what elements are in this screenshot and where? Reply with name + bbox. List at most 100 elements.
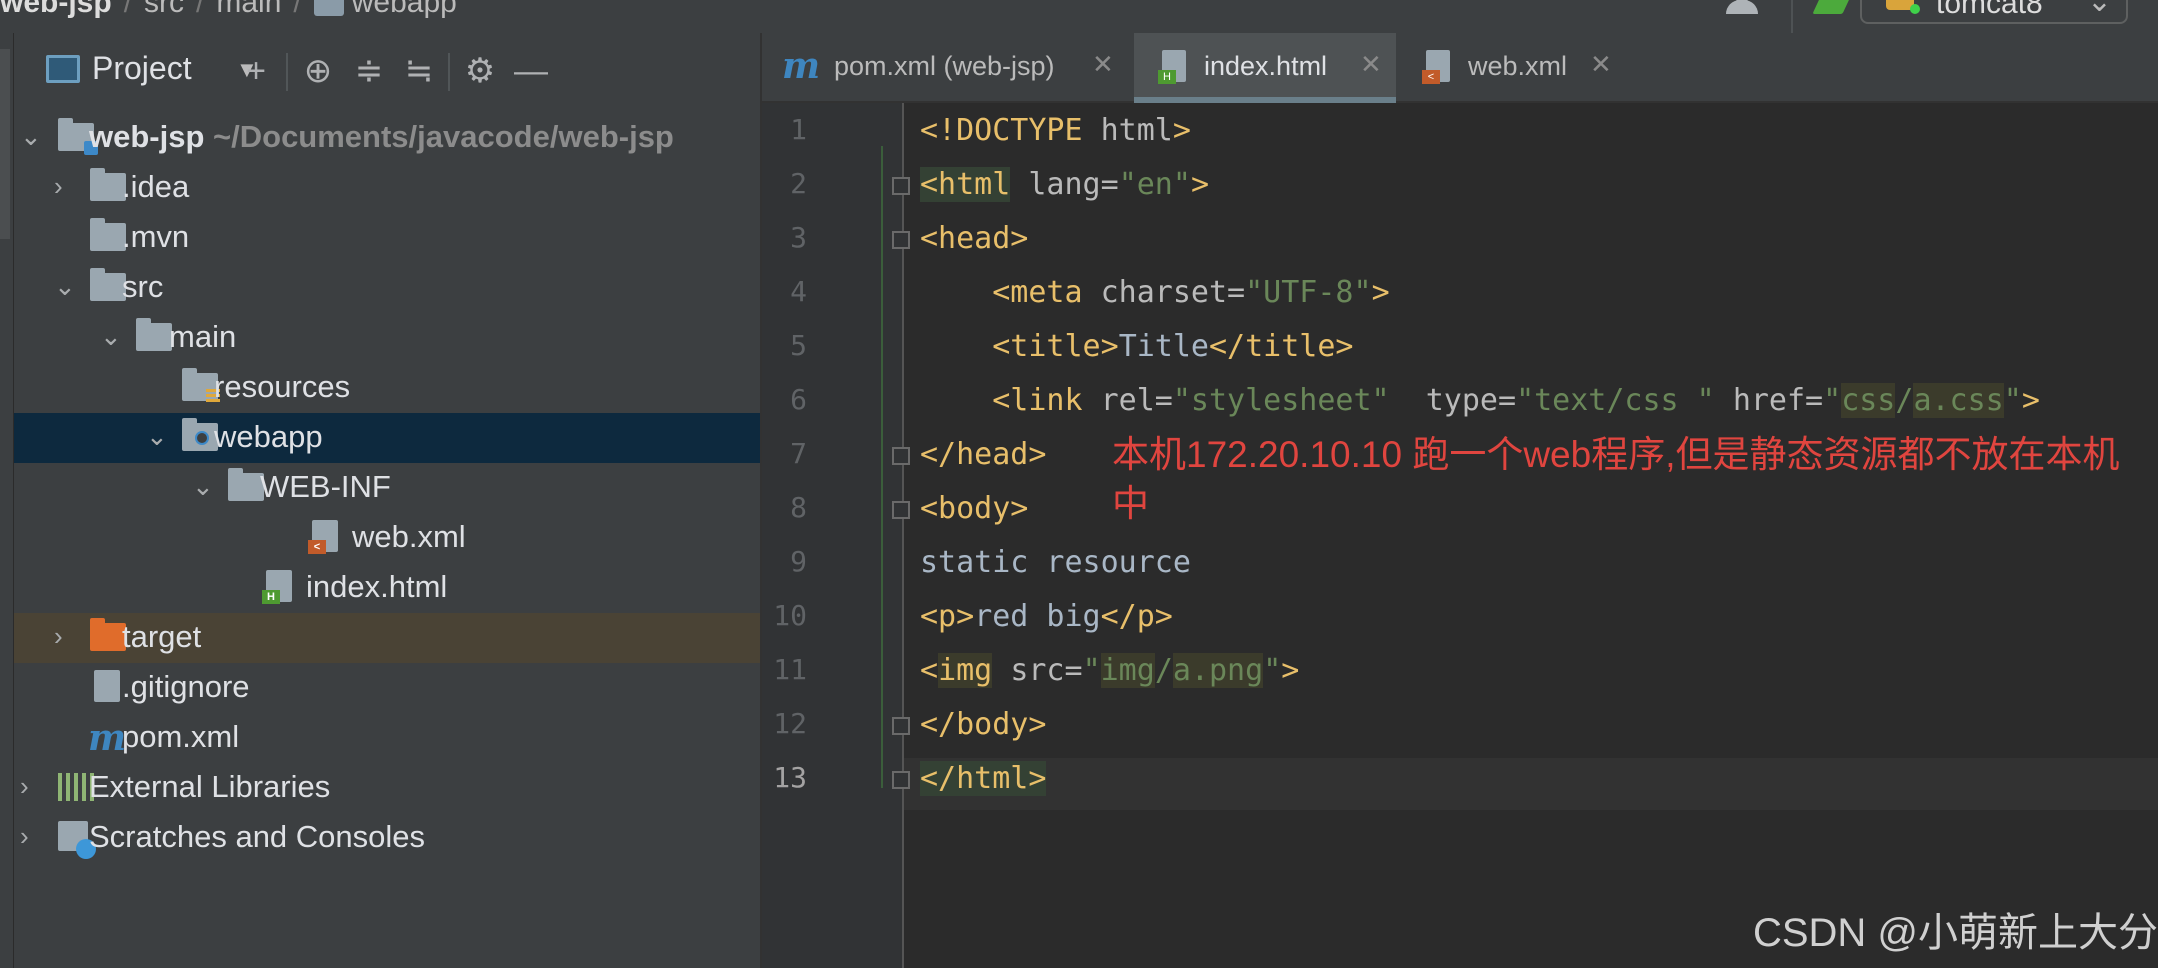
code-line-7[interactable]: </head> bbox=[920, 437, 1046, 472]
tree-item-index-html[interactable]: H index.html bbox=[14, 563, 760, 613]
tree-item-src[interactable]: ⌄ src bbox=[14, 263, 760, 313]
close-icon[interactable]: ✕ bbox=[1360, 49, 1382, 80]
tree-item-main[interactable]: ⌄ main bbox=[14, 313, 760, 363]
code-line-9[interactable]: static resource bbox=[920, 545, 1191, 580]
tree-item-label: main bbox=[169, 319, 237, 354]
tree-item-web-xml[interactable]: < web.xml bbox=[14, 513, 760, 563]
fold-marker-icon[interactable] bbox=[892, 447, 910, 465]
maven-icon: m bbox=[782, 45, 821, 87]
tree-item-scratches[interactable]: › Scratches and Consoles bbox=[14, 813, 760, 863]
close-icon[interactable]: ✕ bbox=[1092, 49, 1114, 80]
fold-marker-icon[interactable] bbox=[892, 717, 910, 735]
chevron-right-icon[interactable]: › bbox=[20, 771, 29, 802]
tab-label: index.html bbox=[1204, 51, 1328, 81]
left-tool-window-strip bbox=[0, 33, 14, 968]
hide-panel-icon[interactable]: — bbox=[511, 51, 551, 91]
chevron-right-icon[interactable]: › bbox=[54, 621, 63, 652]
line-number: 1 bbox=[790, 113, 807, 146]
breadcrumb-webapp[interactable]: webapp bbox=[352, 0, 457, 19]
tree-item-pom-xml[interactable]: m pom.xml bbox=[14, 713, 760, 763]
navigation-bar: web-jsp / src / main / webapp tomcat8 ⌄ bbox=[0, 0, 2158, 34]
tree-item-label: target bbox=[122, 619, 202, 654]
chevron-down-icon[interactable]: ⌄ bbox=[192, 471, 214, 502]
tree-item-idea[interactable]: › .idea bbox=[14, 163, 760, 213]
project-panel-header: Project ▼ + ⊕ ≑ ≒ ⚙ — bbox=[14, 33, 760, 103]
tab-index-html[interactable]: H index.html ✕ bbox=[1134, 33, 1396, 103]
code-line-8[interactable]: <body> bbox=[920, 491, 1028, 526]
line-number: 6 bbox=[790, 383, 807, 416]
user-icon[interactable] bbox=[1724, 0, 1762, 14]
run-configuration-selector[interactable]: tomcat8 ⌄ bbox=[1860, 0, 2128, 24]
code-line-3[interactable]: <head> bbox=[920, 221, 1028, 256]
xml-file-icon: < bbox=[1422, 50, 1450, 84]
code-line-13[interactable]: </html> bbox=[920, 761, 1047, 796]
annotation-text: 本机172.20.10.10 跑一个web程序,但是静态资源都不放在本机中 bbox=[1112, 434, 2120, 524]
project-view-title[interactable]: Project bbox=[92, 50, 192, 87]
code-line-1[interactable]: <!DOCTYPE html> bbox=[920, 113, 1191, 148]
line-number: 10 bbox=[773, 599, 807, 632]
line-number: 7 bbox=[790, 437, 807, 470]
tree-item-label: web-jsp bbox=[89, 119, 205, 154]
code-line-6[interactable]: <link rel="stylesheet" type="text/css " … bbox=[920, 383, 2040, 418]
tree-item-web-jsp[interactable]: ⌄ web-jsp ~/Documents/javacode/web-jsp bbox=[14, 113, 760, 163]
resources-folder-icon bbox=[182, 368, 220, 403]
close-icon[interactable]: ✕ bbox=[1590, 49, 1612, 80]
tomcat-icon bbox=[1886, 0, 1920, 14]
code-line-11[interactable]: <img src="img/a.png"> bbox=[920, 653, 1299, 688]
folder-icon bbox=[90, 168, 126, 201]
chevron-down-icon[interactable]: ⌄ bbox=[20, 121, 42, 152]
line-number: 11 bbox=[773, 653, 807, 686]
add-icon[interactable]: + bbox=[236, 51, 276, 91]
tab-web-xml[interactable]: < web.xml ✕ bbox=[1398, 33, 1638, 101]
chevron-down-icon[interactable]: ⌄ bbox=[54, 271, 76, 302]
tree-item-label: WEB-INF bbox=[260, 469, 391, 504]
indent-guide bbox=[881, 146, 883, 788]
tree-item-web-inf[interactable]: ⌄ WEB-INF bbox=[14, 463, 760, 513]
fold-marker-icon[interactable] bbox=[892, 231, 910, 249]
scratches-icon bbox=[58, 821, 96, 859]
code-line-4[interactable]: <meta charset="UTF-8"> bbox=[920, 275, 1389, 310]
breadcrumb-project[interactable]: web-jsp bbox=[0, 0, 112, 19]
tab-label: pom.xml (web-jsp) bbox=[834, 51, 1055, 81]
tree-item-resources[interactable]: resources bbox=[14, 363, 760, 413]
tree-item-webapp[interactable]: ⌄ webapp bbox=[14, 413, 760, 463]
html-file-icon: H bbox=[1158, 50, 1186, 84]
gear-icon[interactable]: ⚙ bbox=[460, 51, 500, 91]
folder-icon bbox=[228, 468, 264, 501]
web-folder-icon bbox=[182, 418, 218, 451]
breadcrumb-src[interactable]: src bbox=[144, 0, 184, 19]
project-tool-window-tab[interactable] bbox=[0, 49, 10, 239]
chevron-right-icon[interactable]: › bbox=[20, 821, 29, 852]
tree-item-label: pom.xml bbox=[122, 719, 240, 754]
breadcrumb-main[interactable]: main bbox=[216, 0, 281, 19]
chevron-down-icon[interactable]: ⌄ bbox=[146, 421, 168, 452]
fold-marker-icon[interactable] bbox=[892, 177, 910, 195]
code-line-2[interactable]: <html lang="en"> bbox=[920, 167, 1209, 202]
tree-item-target[interactable]: › target bbox=[14, 613, 760, 663]
chevron-down-icon: ⌄ bbox=[2086, 0, 2112, 18]
editor-area: m pom.xml (web-jsp) ✕ H index.html ✕ < w… bbox=[762, 33, 2158, 968]
tree-item-external-libraries[interactable]: › External Libraries bbox=[14, 763, 760, 813]
maven-icon: m bbox=[88, 717, 127, 759]
locate-file-icon[interactable]: ⊕ bbox=[298, 51, 338, 91]
run-configuration-label: tomcat8 bbox=[1936, 0, 2043, 20]
html-file-icon: H bbox=[262, 570, 292, 604]
folder-icon bbox=[90, 218, 126, 251]
tab-label: web.xml bbox=[1468, 51, 1568, 81]
code-line-10[interactable]: <p>red big</p> bbox=[920, 599, 1173, 634]
build-hammer-icon[interactable] bbox=[1812, 0, 1854, 14]
chevron-down-icon[interactable]: ⌄ bbox=[100, 321, 122, 352]
chevron-right-icon[interactable]: › bbox=[54, 171, 63, 202]
code-line-12[interactable]: </body> bbox=[920, 707, 1046, 742]
code-line-5[interactable]: <title>Title</title> bbox=[920, 329, 1353, 364]
tree-item-mvn[interactable]: .mvn bbox=[14, 213, 760, 263]
tab-pom-xml[interactable]: m pom.xml (web-jsp) ✕ bbox=[762, 33, 1132, 101]
expand-all-icon[interactable]: ≑ bbox=[349, 51, 389, 91]
fold-marker-icon[interactable] bbox=[892, 771, 910, 789]
tree-item-label: index.html bbox=[306, 569, 448, 604]
tree-item-gitignore[interactable]: .gitignore bbox=[14, 663, 760, 713]
fold-marker-icon[interactable] bbox=[892, 501, 910, 519]
collapse-all-icon[interactable]: ≒ bbox=[399, 51, 439, 91]
toolbar-separator bbox=[286, 53, 288, 91]
watermark: CSDN @小萌新上大分 bbox=[1752, 911, 2158, 955]
